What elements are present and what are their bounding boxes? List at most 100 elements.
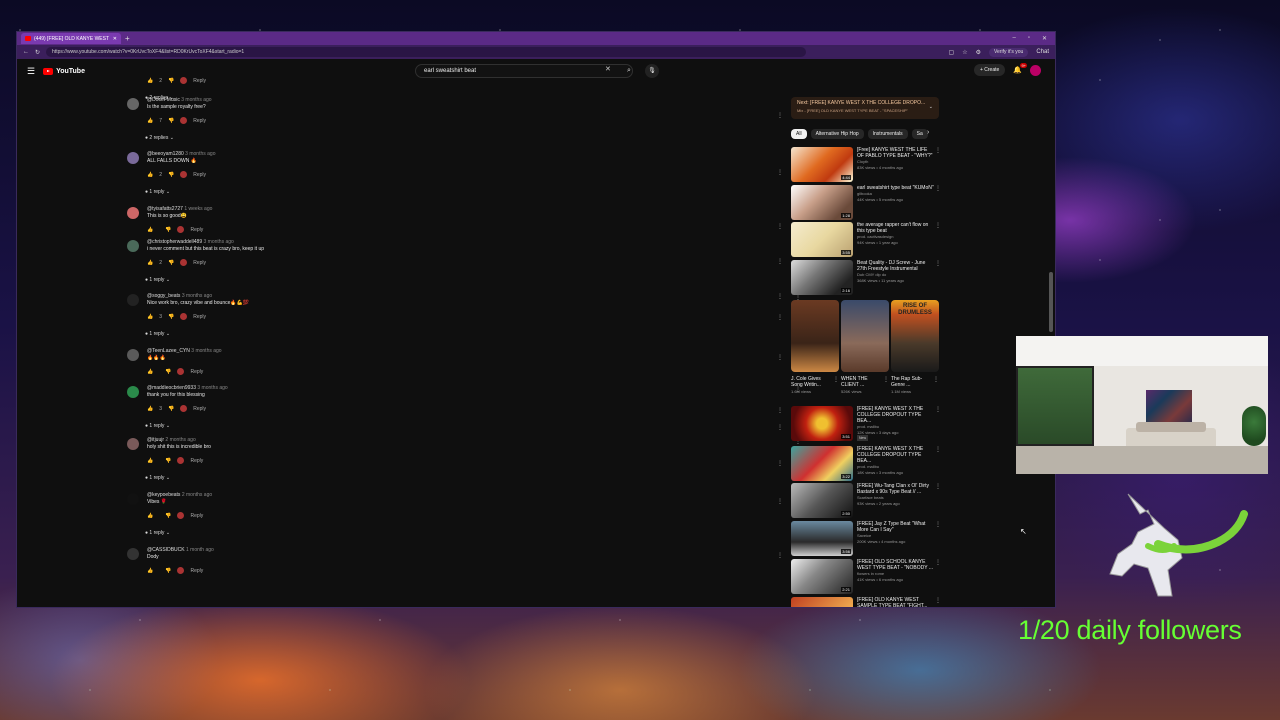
chat-button[interactable]: Chat xyxy=(1036,49,1049,55)
more-options-icon[interactable]: ⋮ xyxy=(777,498,783,505)
video-thumbnail[interactable]: 3:51 xyxy=(791,406,853,441)
related-video-item[interactable]: 2:50 [FREE] Wu-Tang Clan x Ol' Dirty Bas… xyxy=(791,483,941,519)
more-options-icon[interactable]: ⋮ xyxy=(777,407,783,414)
like-icon[interactable]: 👍 xyxy=(147,78,153,84)
short-thumb[interactable] xyxy=(791,300,839,372)
more-options-icon[interactable]: ⋮ xyxy=(777,169,783,176)
chip-alt-hiphop[interactable]: Alternative Hip Hop xyxy=(810,129,864,139)
search-input[interactable]: earl sweatshirt beat xyxy=(415,64,633,78)
like-icon[interactable]: 👍 xyxy=(147,458,153,464)
related-video-item[interactable]: 4:44 [Free] KANYE WEST THE LIFE OF PABLO… xyxy=(791,147,941,183)
related-video-item[interactable]: 2:21 [FREE] OLD SCHOOL KANYE WEST TYPE B… xyxy=(791,559,941,595)
dislike-icon[interactable]: 👎 xyxy=(168,118,174,124)
more-options-icon[interactable]: ⋮ xyxy=(777,460,783,467)
commenter-avatar[interactable] xyxy=(127,98,139,110)
like-icon[interactable]: 👍 xyxy=(147,227,153,233)
replies-toggle[interactable]: ● 1 reply ⌄ xyxy=(145,530,170,536)
video-title[interactable]: Beat Quality - DJ Screw - June 27th Free… xyxy=(857,260,935,272)
comment-author[interactable]: @DoseFMusic 3 months ago xyxy=(147,97,212,104)
chips-next-icon[interactable]: › xyxy=(927,129,929,136)
more-options-icon[interactable]: ⋮ xyxy=(777,354,783,361)
more-options-icon[interactable]: ⋮ xyxy=(935,559,941,566)
replies-toggle[interactable]: ● 1 reply ⌄ xyxy=(145,423,170,429)
reply-button[interactable]: Reply xyxy=(193,172,206,178)
commenter-avatar[interactable] xyxy=(127,438,139,450)
create-button[interactable]: + Create xyxy=(973,64,1006,76)
more-options-icon[interactable]: ⋮ xyxy=(777,314,783,321)
replies-toggle[interactable]: ● 2 replies ⌄ xyxy=(145,135,174,141)
comment-author[interactable]: @tyisafatts2727 1 weeks ago xyxy=(147,206,212,213)
video-title[interactable]: [FREE] OLD KANYE WEST SAMPLE TYPE BEAT "… xyxy=(857,597,935,607)
comment-author[interactable]: @CASSIDBUCK 1 month ago xyxy=(147,547,214,554)
like-icon[interactable]: 👍 xyxy=(147,406,153,412)
comment-author[interactable]: @TeenLazee_CYN 3 months ago xyxy=(147,348,222,355)
short-thumb[interactable]: RISE OF DRUMLESS xyxy=(891,300,939,372)
related-video-item[interactable]: 3:55 the average rapper can't flow on th… xyxy=(791,222,941,258)
video-thumbnail[interactable]: 1:28 xyxy=(791,185,853,220)
dislike-icon[interactable]: 👎 xyxy=(168,172,174,178)
video-thumbnail[interactable]: 3:56 xyxy=(791,521,853,556)
like-icon[interactable]: 👍 xyxy=(147,172,153,178)
microphone-icon[interactable]: 🎙 xyxy=(645,64,659,78)
reply-button[interactable]: Reply xyxy=(193,406,206,412)
dislike-icon[interactable]: 👎 xyxy=(168,78,174,84)
close-tab-icon[interactable]: ✕ xyxy=(113,36,117,42)
dislike-icon[interactable]: 👎 xyxy=(165,458,171,464)
close-window-icon[interactable]: ✕ xyxy=(1042,35,1047,42)
chip-instrumentals[interactable]: Instrumentals xyxy=(867,129,908,139)
related-video-item[interactable]: 3:56 [FREE] Jay Z Type Beat "What More C… xyxy=(791,521,941,557)
reply-button[interactable]: Reply xyxy=(193,260,206,266)
related-video-item[interactable]: [FREE] OLD KANYE WEST SAMPLE TYPE BEAT "… xyxy=(791,597,941,607)
maximize-icon[interactable]: ▫ xyxy=(1028,35,1030,42)
video-thumbnail[interactable]: 2:21 xyxy=(791,559,853,594)
more-options-icon[interactable]: ⋮ xyxy=(935,521,941,528)
video-title[interactable]: [FREE] Wu-Tang Clan x Ol' Dirty Bastard … xyxy=(857,483,935,495)
more-options-icon[interactable]: ⋮ xyxy=(935,446,941,453)
more-options-icon[interactable]: ⋮ xyxy=(777,112,783,119)
video-title[interactable]: [FREE] KANYE WEST X THE COLLEGE DROPOUT … xyxy=(857,406,935,424)
reply-button[interactable]: Reply xyxy=(190,369,203,375)
more-options-icon[interactable]: ⋮ xyxy=(935,260,941,267)
chip-more[interactable]: Sa xyxy=(911,129,928,139)
more-options-icon[interactable]: ⋮ xyxy=(935,185,941,192)
like-icon[interactable]: 👍 xyxy=(147,568,153,574)
dislike-icon[interactable]: 👎 xyxy=(165,513,171,519)
dislike-icon[interactable]: 👎 xyxy=(168,314,174,320)
commenter-avatar[interactable] xyxy=(127,349,139,361)
short-title[interactable]: J. Cole Gives Song Writin... xyxy=(791,376,831,388)
more-options-icon[interactable]: ⋮ xyxy=(935,222,941,229)
more-options-icon[interactable]: ⋮ xyxy=(935,483,941,490)
video-thumbnail[interactable]: 3:22 xyxy=(791,446,853,481)
more-options-icon[interactable]: ⋮ xyxy=(777,293,783,300)
video-thumbnail[interactable]: 4:44 xyxy=(791,147,853,182)
commenter-avatar[interactable] xyxy=(127,386,139,398)
replies-toggle[interactable]: ● 1 reply ⌄ xyxy=(145,277,170,283)
related-video-item[interactable]: 1:28 earl sweatshirt type beat "KUMoN" g… xyxy=(791,185,941,221)
related-video-item[interactable]: 2:16 Beat Quality - DJ Screw - June 27th… xyxy=(791,260,941,296)
reply-button[interactable]: Reply xyxy=(190,513,203,519)
like-icon[interactable]: 👍 xyxy=(147,513,153,519)
dislike-icon[interactable]: 👎 xyxy=(165,227,171,233)
video-thumbnail[interactable]: 3:55 xyxy=(791,222,853,257)
more-options-icon[interactable]: ⋮ xyxy=(777,258,783,265)
comment-author[interactable]: @maddieocbrien9933 3 months ago xyxy=(147,385,228,392)
back-icon[interactable]: ← xyxy=(23,49,29,55)
reply-button[interactable]: Reply xyxy=(193,78,206,84)
minimize-icon[interactable]: – xyxy=(1012,35,1015,42)
commenter-avatar[interactable] xyxy=(127,240,139,252)
more-options-icon[interactable]: ⋮ xyxy=(777,223,783,230)
youtube-logo[interactable]: YouTube xyxy=(43,67,85,75)
replies-toggle[interactable]: ● 1 reply ⌄ xyxy=(145,189,170,195)
clear-search-icon[interactable]: ✕ xyxy=(605,65,611,73)
search-icon[interactable]: ⌕ xyxy=(619,64,639,78)
video-thumbnail[interactable]: 2:50 xyxy=(791,483,853,518)
short-title[interactable]: WHEN THE CLIENT ... xyxy=(841,376,881,388)
more-options-icon[interactable]: ⋮ xyxy=(883,376,889,383)
refresh-icon[interactable]: ↻ xyxy=(35,49,40,56)
comment-author[interactable]: @christopherwaddell489 3 months ago xyxy=(147,239,264,246)
extension-icon[interactable]: ▢ xyxy=(949,49,955,56)
commenter-avatar[interactable] xyxy=(127,548,139,560)
commenter-avatar[interactable] xyxy=(127,152,139,164)
short-title[interactable]: The Rap Sub-Genre ... xyxy=(891,376,931,388)
bookmark-icon[interactable]: ☆ xyxy=(962,49,967,56)
